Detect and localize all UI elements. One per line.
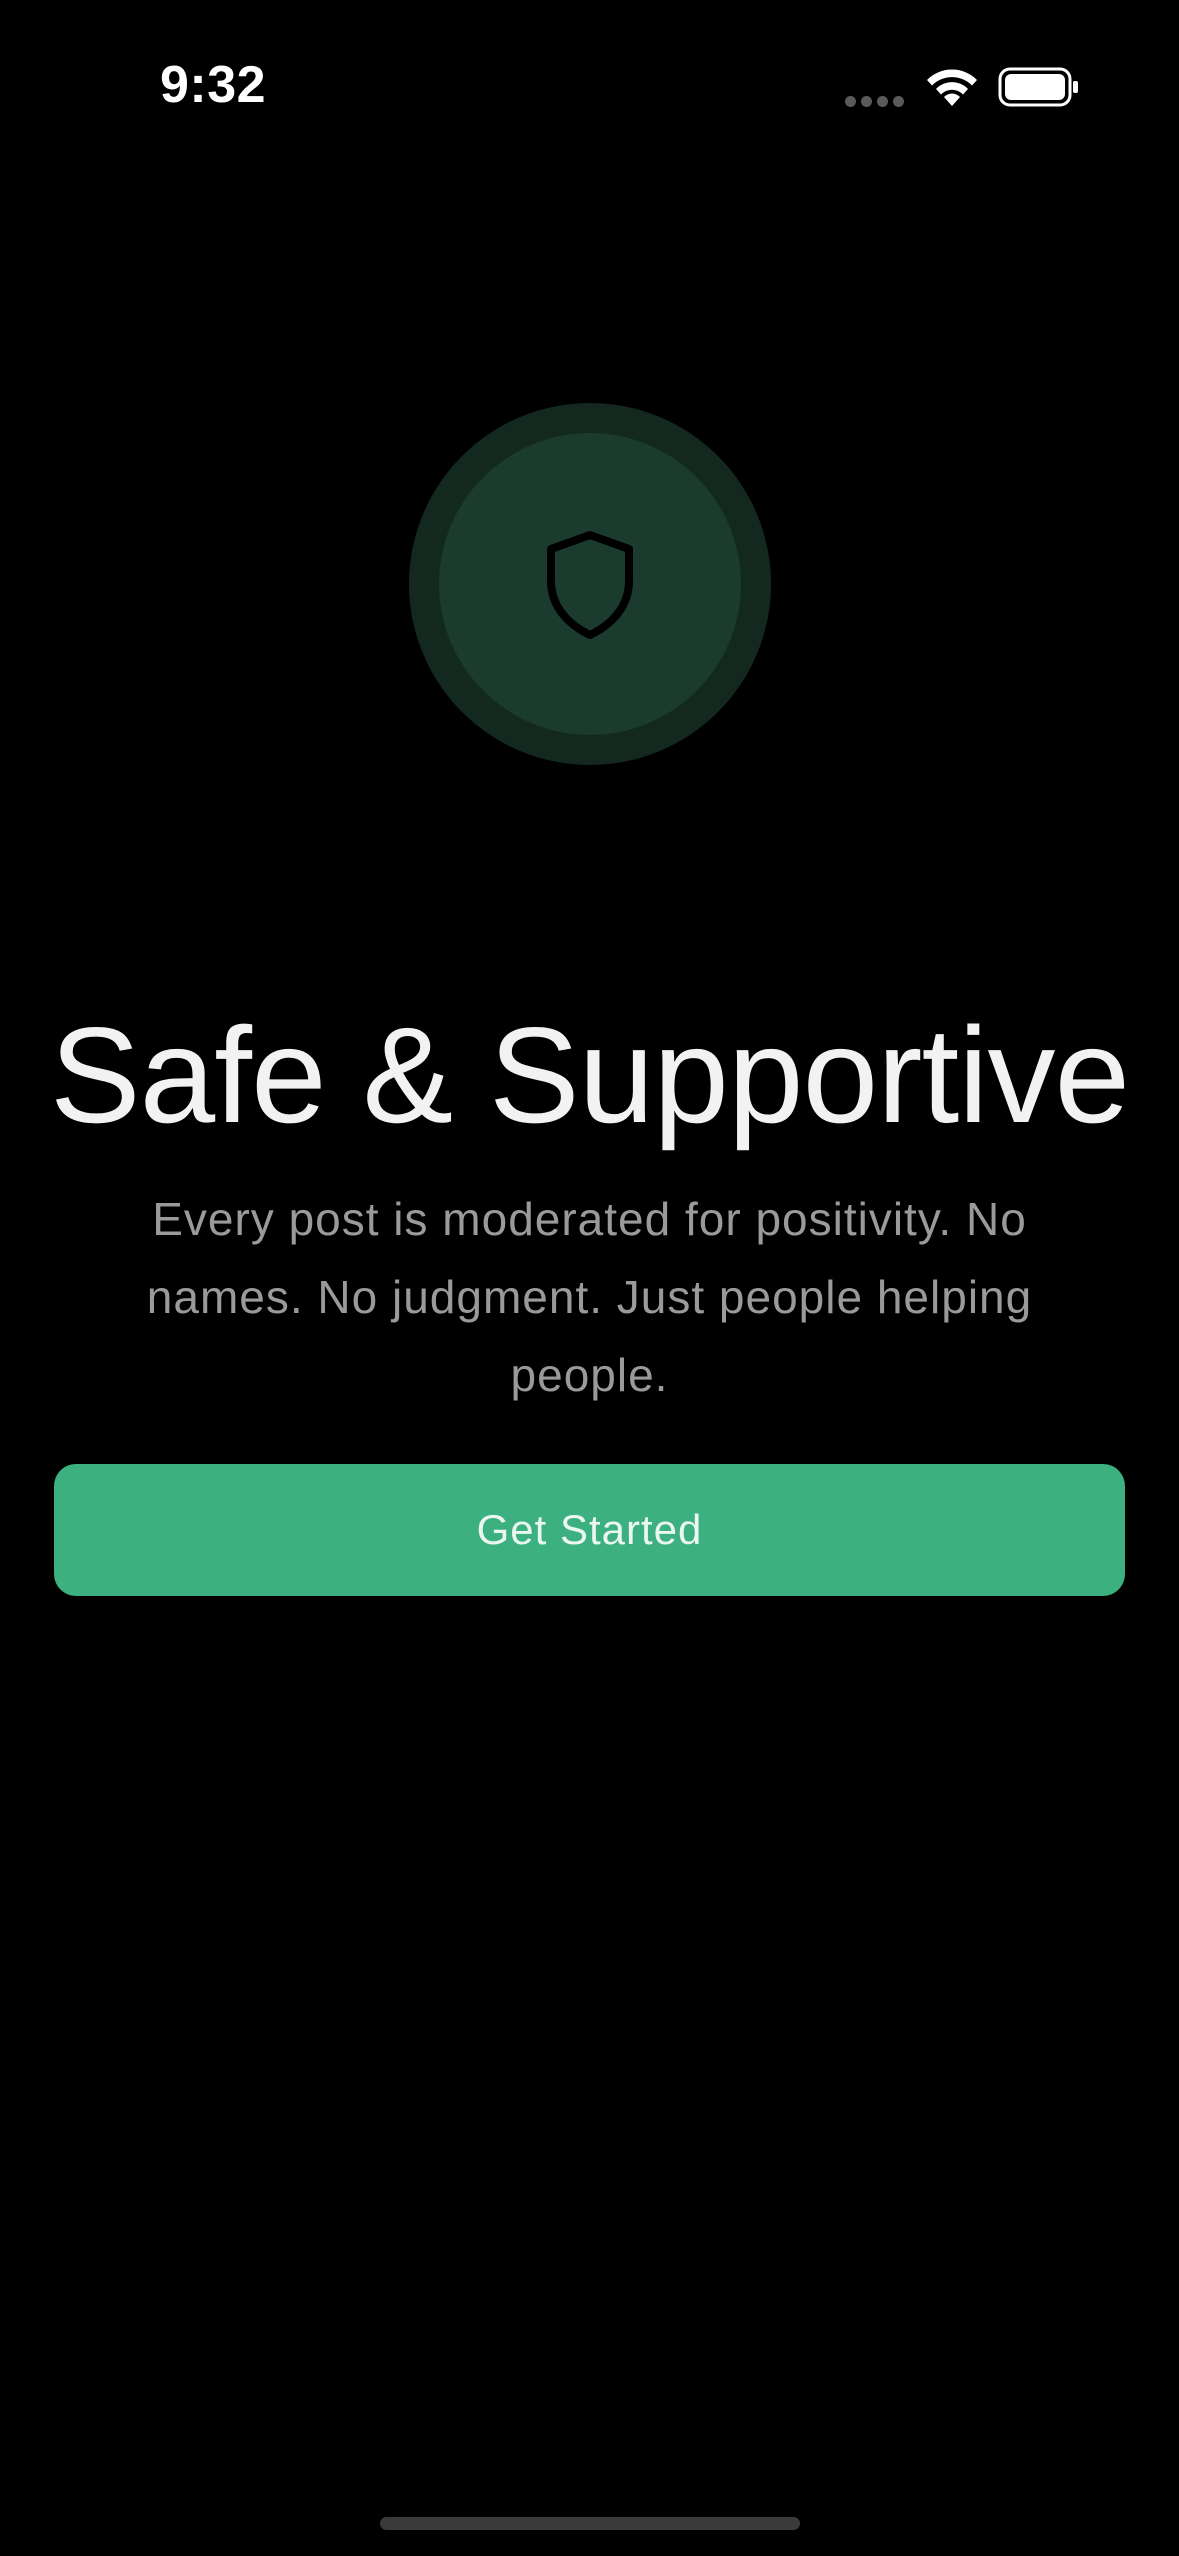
home-indicator[interactable] xyxy=(380,2517,800,2530)
get-started-button[interactable]: Get Started xyxy=(54,1464,1125,1596)
onboarding-title: Safe & Supportive xyxy=(49,999,1130,1151)
cellular-signal-icon xyxy=(845,96,904,107)
hero-badge-inner xyxy=(439,433,741,735)
status-time: 9:32 xyxy=(160,56,267,114)
hero-badge xyxy=(409,403,771,765)
onboarding-subtitle: Every post is moderated for positivity. … xyxy=(146,1193,1033,1401)
wifi-icon xyxy=(927,69,977,106)
battery-icon xyxy=(998,67,1078,107)
status-bar: 9:32 xyxy=(0,0,1179,170)
shield-icon xyxy=(547,531,633,639)
